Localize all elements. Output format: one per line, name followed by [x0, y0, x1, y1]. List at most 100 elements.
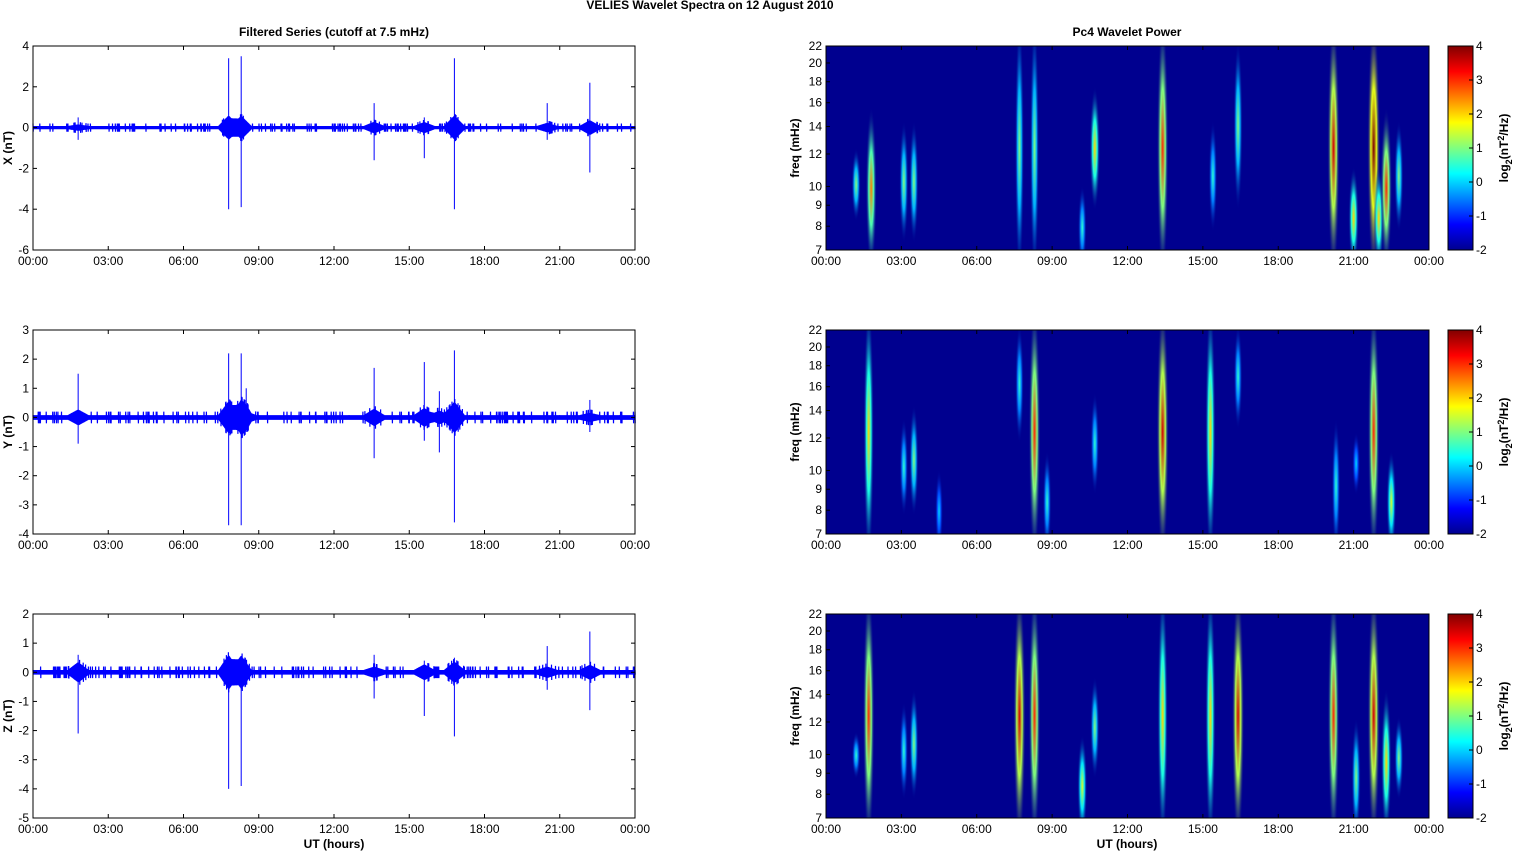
- wavelet-xtick-label: 12:00: [1112, 822, 1142, 836]
- wavelet-xtick-label: 00:00: [1414, 538, 1444, 552]
- wavelet-ytick-label: 18: [809, 359, 823, 373]
- wavelet-xtick-label: 21:00: [1339, 538, 1369, 552]
- wavelet-ytick-label: 22: [809, 323, 823, 337]
- ts-plot-area: [33, 614, 635, 818]
- wavelet-power-event: [1089, 85, 1101, 212]
- wavelet-xtick-label: 00:00: [1414, 822, 1444, 836]
- ts-ylabel: Z (nT): [1, 699, 15, 732]
- ts-xtick-label: 00:00: [18, 822, 48, 836]
- wavelet-power-event: [1205, 330, 1216, 534]
- colorbar-tick-label: -2: [1476, 243, 1487, 257]
- wavelet-power-event: [1077, 185, 1087, 250]
- ts-xtick-label: 21:00: [545, 538, 575, 552]
- colorbar-tick-label: -2: [1476, 527, 1487, 541]
- wavelet-ytick-label: 12: [809, 147, 823, 161]
- wavelet-ytick-label: 14: [809, 404, 823, 418]
- ts-ytick-label: -1: [18, 694, 29, 708]
- ts-xtick-label: 03:00: [93, 254, 123, 268]
- wavelet-power-event: [1208, 120, 1218, 233]
- right-xlabel: UT (hours): [1097, 837, 1158, 851]
- wavelet-power-event: [909, 120, 919, 244]
- ts-ylabel: X (nT): [1, 131, 15, 165]
- colorbar-tick-label: 3: [1476, 73, 1483, 87]
- wavelet-xtick-label: 12:00: [1112, 254, 1142, 268]
- ts-xtick-label: 12:00: [319, 254, 349, 268]
- figure: VELIES Wavelet Spectra on 12 August 2010…: [1, 0, 1514, 851]
- colorbar-tick-label: 2: [1476, 107, 1483, 121]
- wavelet-ylabel: freq (mHz): [788, 118, 802, 177]
- wavelet-ytick-label: 18: [809, 643, 823, 657]
- wavelet-ytick-label: 9: [815, 198, 822, 212]
- wavelet-power-event: [1014, 46, 1025, 250]
- wavelet-xtick-label: 15:00: [1188, 538, 1218, 552]
- colorbar-tick-label: 1: [1476, 141, 1483, 155]
- colorbar-label-part: /Hz): [1497, 114, 1511, 136]
- ts-ytick-label: 4: [22, 39, 29, 53]
- ts-xtick-label: 18:00: [469, 822, 499, 836]
- ts-ytick-label: 1: [22, 381, 29, 395]
- wavelet-power-event: [865, 106, 877, 250]
- wavelet-ytick-label: 16: [809, 96, 823, 110]
- colorbar-tick-label: 1: [1476, 425, 1483, 439]
- wavelet-ytick-label: 8: [815, 219, 822, 233]
- wavelet-power-event: [1028, 614, 1041, 818]
- colorbar-label: log2(nT2/Hz): [1496, 682, 1514, 751]
- colorbar-tick-label: 0: [1476, 175, 1483, 189]
- wavelet-ytick-label: 10: [809, 463, 823, 477]
- wavelet-xtick-label: 18:00: [1263, 254, 1293, 268]
- colorbar-label-part: (nT: [1497, 424, 1511, 443]
- wavelet-power-event: [851, 147, 861, 222]
- wavelet-xtick-label: 21:00: [1339, 254, 1369, 268]
- wavelet-xtick-label: 18:00: [1263, 538, 1293, 552]
- wavelet-power-event: [1156, 46, 1169, 250]
- wavelet-power-event: [1156, 330, 1169, 534]
- wavelet-ytick-label: 20: [809, 56, 823, 70]
- wavelet-xtick-label: 03:00: [886, 822, 916, 836]
- ts-xtick-label: 12:00: [319, 538, 349, 552]
- wavelet-power-event: [909, 404, 919, 517]
- ts-ytick-label: -1: [18, 440, 29, 454]
- wavelet-power-event: [1386, 450, 1397, 534]
- ts-xtick-label: 21:00: [545, 254, 575, 268]
- colorbar-tick-label: -2: [1476, 811, 1487, 825]
- ts-xtick-label: 09:00: [244, 822, 274, 836]
- wavelet-power-event: [1013, 614, 1026, 818]
- ts-ytick-label: 2: [22, 607, 29, 621]
- wavelet-power-event: [1351, 717, 1361, 818]
- colorbar-tick-label: -1: [1476, 777, 1487, 791]
- left-xlabel: UT (hours): [304, 837, 365, 851]
- wavelet-ytick-label: 9: [815, 482, 822, 496]
- wavelet-power-event: [1394, 120, 1404, 233]
- wavelet-power-event: [1090, 676, 1100, 780]
- wavelet-power-event: [1029, 46, 1040, 250]
- wavelet-ylabel: freq (mHz): [788, 686, 802, 745]
- ts-ytick-label: -2: [18, 469, 29, 483]
- colorbar-tick-label: 4: [1476, 323, 1483, 337]
- wavelet-xtick-label: 18:00: [1263, 822, 1293, 836]
- wavelet-xtick-label: 09:00: [1037, 822, 1067, 836]
- colorbar-tick-label: 2: [1476, 391, 1483, 405]
- ts-xtick-label: 15:00: [394, 538, 424, 552]
- wavelet-ytick-label: 12: [809, 715, 823, 729]
- ts-ytick-label: -4: [18, 202, 29, 216]
- ts-ytick-label: 1: [22, 636, 29, 650]
- ts-xtick-label: 06:00: [168, 254, 198, 268]
- wavelet-power-event: [1077, 734, 1088, 818]
- wavelet-power-event: [1367, 614, 1380, 818]
- wavelet-power-event: [1327, 614, 1340, 818]
- wavelet-xtick-label: 06:00: [962, 822, 992, 836]
- wavelet-power-event: [1380, 106, 1393, 250]
- colorbar-label-part: log: [1497, 448, 1511, 466]
- ts-ytick-label: 0: [22, 410, 29, 424]
- wavelet-ytick-label: 8: [815, 503, 822, 517]
- colorbar-tick-label: 1: [1476, 709, 1483, 723]
- wavelet-power-event: [1205, 614, 1216, 818]
- ts-xtick-label: 00:00: [18, 254, 48, 268]
- ts-xtick-label: 00:00: [620, 254, 650, 268]
- wavelet-xtick-label: 15:00: [1188, 254, 1218, 268]
- ts-xtick-label: 12:00: [319, 822, 349, 836]
- colorbar-label-part: log: [1497, 732, 1511, 750]
- wavelet-xtick-label: 09:00: [1037, 254, 1067, 268]
- wavelet-ytick-label: 20: [809, 340, 823, 354]
- wavelet-power-event: [1233, 46, 1243, 212]
